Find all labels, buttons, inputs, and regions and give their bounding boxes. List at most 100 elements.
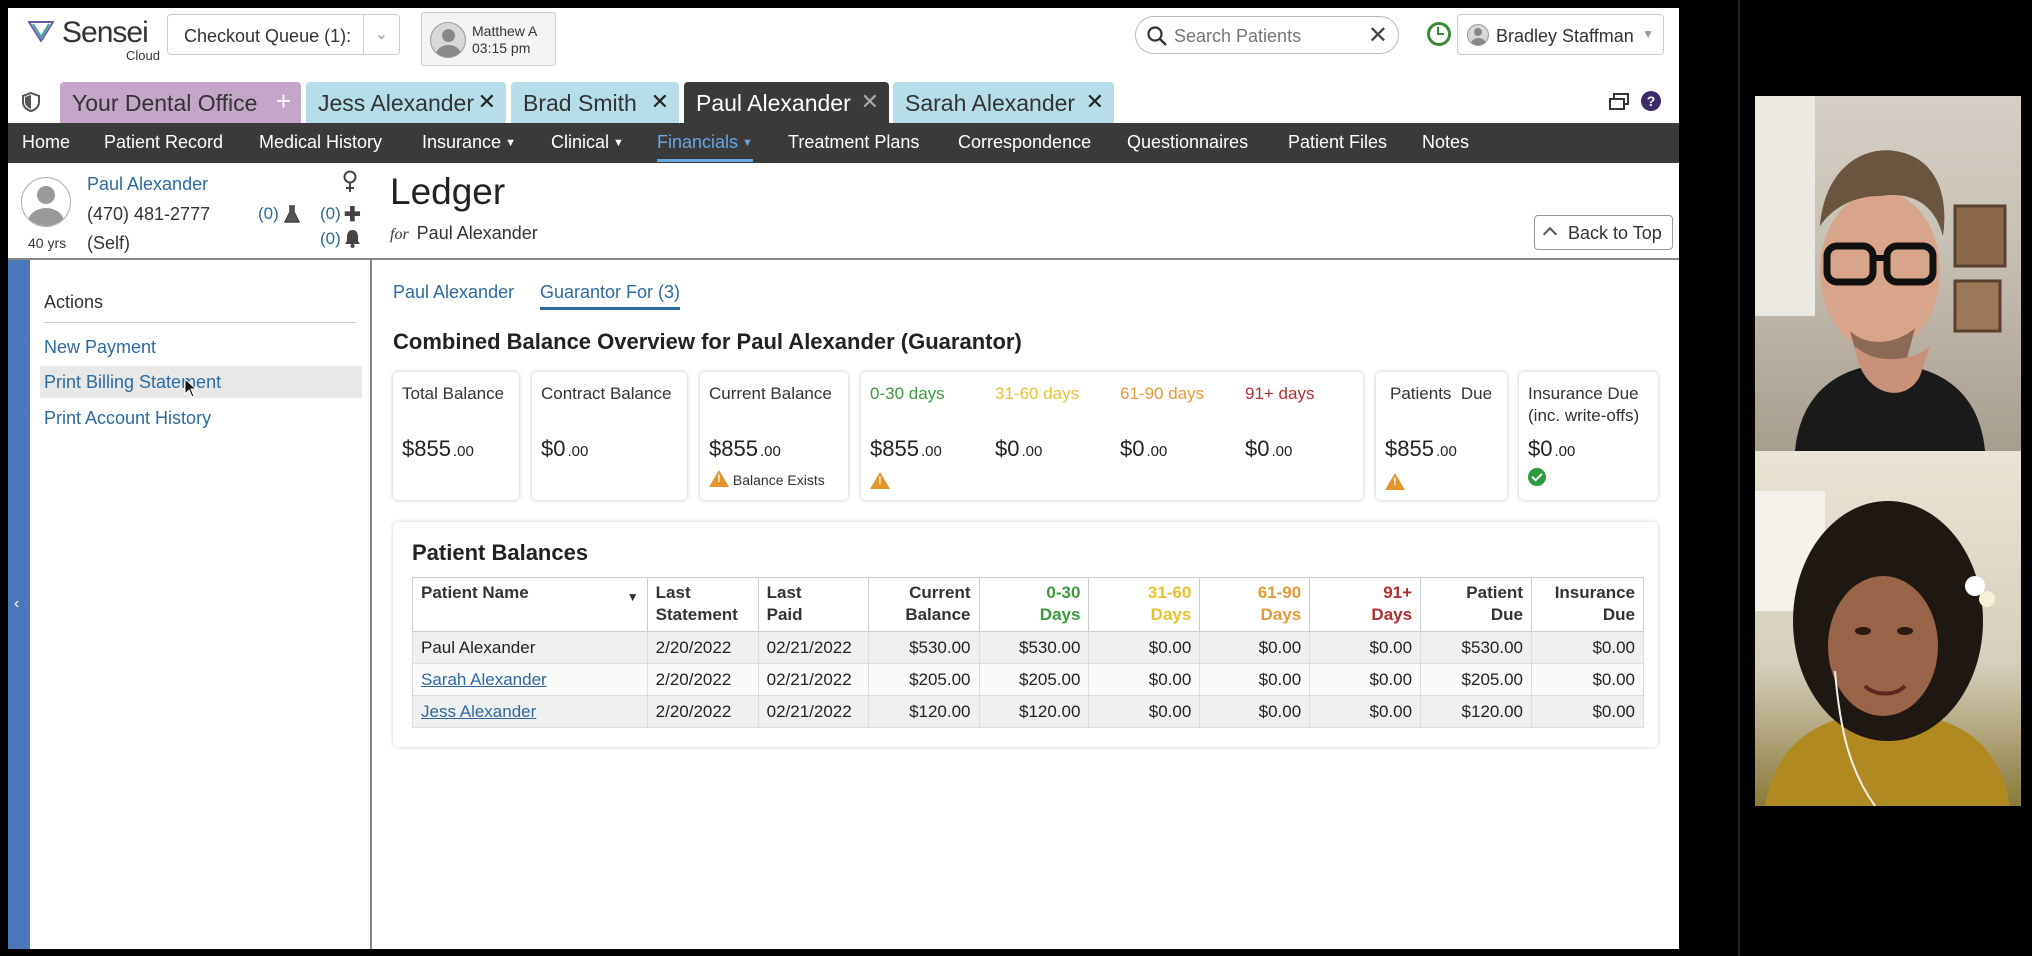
avatar <box>21 177 71 227</box>
nav-patient-files[interactable]: Patient Files <box>1288 132 1387 153</box>
card-label: Insurance Due (inc. write-offs) <box>1528 383 1639 427</box>
card-label: Total Balance <box>402 384 505 403</box>
value-dollars: $0 <box>1528 436 1553 461</box>
tab-jess-alexander[interactable]: Jess Alexander ✕ <box>306 82 506 123</box>
aging-label: 31-60 days <box>995 384 1080 403</box>
cell-31-60: $0.00 <box>1088 695 1201 728</box>
tab-label: Sarah Alexander <box>905 90 1076 116</box>
actions-sidebar: ‹ Actions New Payment Print Billing Stat… <box>8 260 372 949</box>
video-participant-2 <box>1755 451 2021 806</box>
search-input[interactable] <box>1174 23 1364 49</box>
card-value: $855.00 <box>1385 436 1457 462</box>
nav-patient-record[interactable]: Patient Record <box>104 132 223 153</box>
col-label-2: Statement <box>655 605 738 624</box>
staff-menu[interactable]: Bradley Staffman ▼ <box>1457 14 1664 55</box>
tab-your-dental-office[interactable]: Your Dental Office + <box>60 82 301 123</box>
total-balance-card: Total Balance $855.00 <box>393 372 519 500</box>
close-icon[interactable]: ✕ <box>1086 89 1104 115</box>
tab-label: Paul Alexander <box>696 90 851 116</box>
windows-icon[interactable] <box>1608 93 1630 111</box>
shield-icon[interactable] <box>22 92 40 112</box>
nav-medical-history[interactable]: Medical History <box>259 132 382 153</box>
cell-61-90: $0.00 <box>1199 663 1311 696</box>
col-current-balance: Current Balance <box>867 577 980 632</box>
patient-link[interactable]: Sarah Alexander <box>421 670 547 689</box>
col-patient-name[interactable]: Patient Name ▼ <box>412 577 648 632</box>
tab-paul-alexander-ledger[interactable]: Paul Alexander <box>393 282 514 303</box>
card-label: Contract Balance <box>541 384 672 403</box>
aging-value: $855.00 <box>870 436 942 462</box>
close-icon[interactable]: ✕ <box>861 89 879 115</box>
col-label-2: Days <box>1371 605 1413 624</box>
nav-questionnaires[interactable]: Questionnaires <box>1127 132 1248 153</box>
help-icon[interactable]: ? <box>1641 91 1661 111</box>
print-account-history-link[interactable]: Print Account History <box>44 408 211 429</box>
cell-last-paid: 02/21/2022 <box>757 663 869 696</box>
chevron-left-icon: ‹ <box>14 595 20 612</box>
app-window: Sensei Cloud Checkout Queue (1): ⌄ Matth… <box>8 8 1679 949</box>
current-user-box[interactable]: Matthew A 03:15 pm <box>421 12 556 66</box>
value-cents: .00 <box>1271 443 1293 460</box>
patient-name-link[interactable]: Paul Alexander <box>87 174 208 195</box>
new-payment-link[interactable]: New Payment <box>44 337 156 358</box>
nav-label: Insurance <box>422 132 502 152</box>
nav-notes[interactable]: Notes <box>1422 132 1469 153</box>
value-dollars: $0 <box>1120 436 1145 461</box>
aging-0-30: 0-30 days $855.00 <box>861 372 981 500</box>
checkout-queue-label: Checkout Queue (1): <box>184 26 352 46</box>
nav-treatment-plans[interactable]: Treatment Plans <box>788 132 919 153</box>
chevron-down-icon: ⌄ <box>363 15 399 54</box>
card-value: $855.00 <box>709 436 781 462</box>
col-label-2: Due <box>1602 605 1635 624</box>
check-circle-icon <box>1528 468 1546 486</box>
patient-balances-heading: Patient Balances <box>412 540 589 565</box>
card-label: Current Balance <box>709 384 832 403</box>
avatar <box>1467 24 1489 46</box>
nav-label: Financials <box>657 132 739 152</box>
alert-count[interactable]: (0) <box>320 229 341 249</box>
lab-count[interactable]: (0) <box>258 204 279 224</box>
sensei-logo[interactable]: Sensei Cloud <box>22 14 162 64</box>
col-label-2: Paid <box>766 605 803 624</box>
tab-brad-smith[interactable]: Brad Smith ✕ <box>511 82 679 123</box>
add-icon[interactable]: + <box>276 86 291 117</box>
clock-icon[interactable] <box>1427 22 1451 46</box>
tab-paul-alexander[interactable]: Paul Alexander ✕ <box>684 82 889 123</box>
top-bar: Sensei Cloud Checkout Queue (1): ⌄ Matth… <box>8 8 1679 71</box>
close-icon[interactable]: ✕ <box>478 89 496 115</box>
sort-caret-icon[interactable]: ▼ <box>627 586 639 608</box>
value-cents: .00 <box>1435 443 1457 460</box>
tab-guarantor-for[interactable]: Guarantor For (3) <box>540 282 681 310</box>
cell-91-plus: $0.00 <box>1309 695 1422 728</box>
close-icon[interactable]: ✕ <box>651 89 669 115</box>
medical-count[interactable]: (0) <box>320 204 341 224</box>
col-0-30-days: 0-30 Days <box>978 577 1090 632</box>
back-to-top-button[interactable]: Back to Top <box>1534 215 1673 250</box>
nav-financials[interactable]: Financials ▼ <box>657 132 753 162</box>
patient-relation: (Self) <box>87 233 131 253</box>
cell-61-90: $0.00 <box>1199 631 1311 664</box>
col-label-2: Days <box>1260 605 1302 624</box>
flask-icon <box>284 205 300 223</box>
col-label: 61-90 <box>1257 583 1302 602</box>
table-header-row: Patient Name ▼ Last Statement Last Paid Cur… <box>412 577 1645 632</box>
nav-home[interactable]: Home <box>22 132 70 153</box>
nav-correspondence[interactable]: Correspondence <box>958 132 1091 153</box>
nav-clinical[interactable]: Clinical ▼ <box>551 132 624 153</box>
balance-note: Balance Exists <box>709 470 825 488</box>
value-dollars: $0 <box>995 436 1020 461</box>
video-participant-1 <box>1755 96 2021 451</box>
col-label: 31-60 <box>1147 583 1192 602</box>
nav-insurance[interactable]: Insurance ▼ <box>422 132 516 153</box>
cell-91-plus: $0.00 <box>1309 663 1422 696</box>
current-user-time: 03:15 pm <box>472 40 531 56</box>
checkout-queue-select[interactable]: Checkout Queue (1): ⌄ <box>167 14 400 55</box>
aging-label: 0-30 days <box>870 384 945 403</box>
collapse-sidebar-bar[interactable]: ‹ <box>8 260 30 949</box>
chevron-up-icon <box>1542 226 1558 242</box>
patient-link[interactable]: Jess Alexander <box>421 702 536 721</box>
clear-search-icon[interactable]: ✕ <box>1368 21 1388 50</box>
cell-patient-name: Paul Alexander <box>412 631 648 664</box>
value-cents: .00 <box>1146 443 1168 460</box>
tab-sarah-alexander[interactable]: Sarah Alexander ✕ <box>893 82 1114 123</box>
